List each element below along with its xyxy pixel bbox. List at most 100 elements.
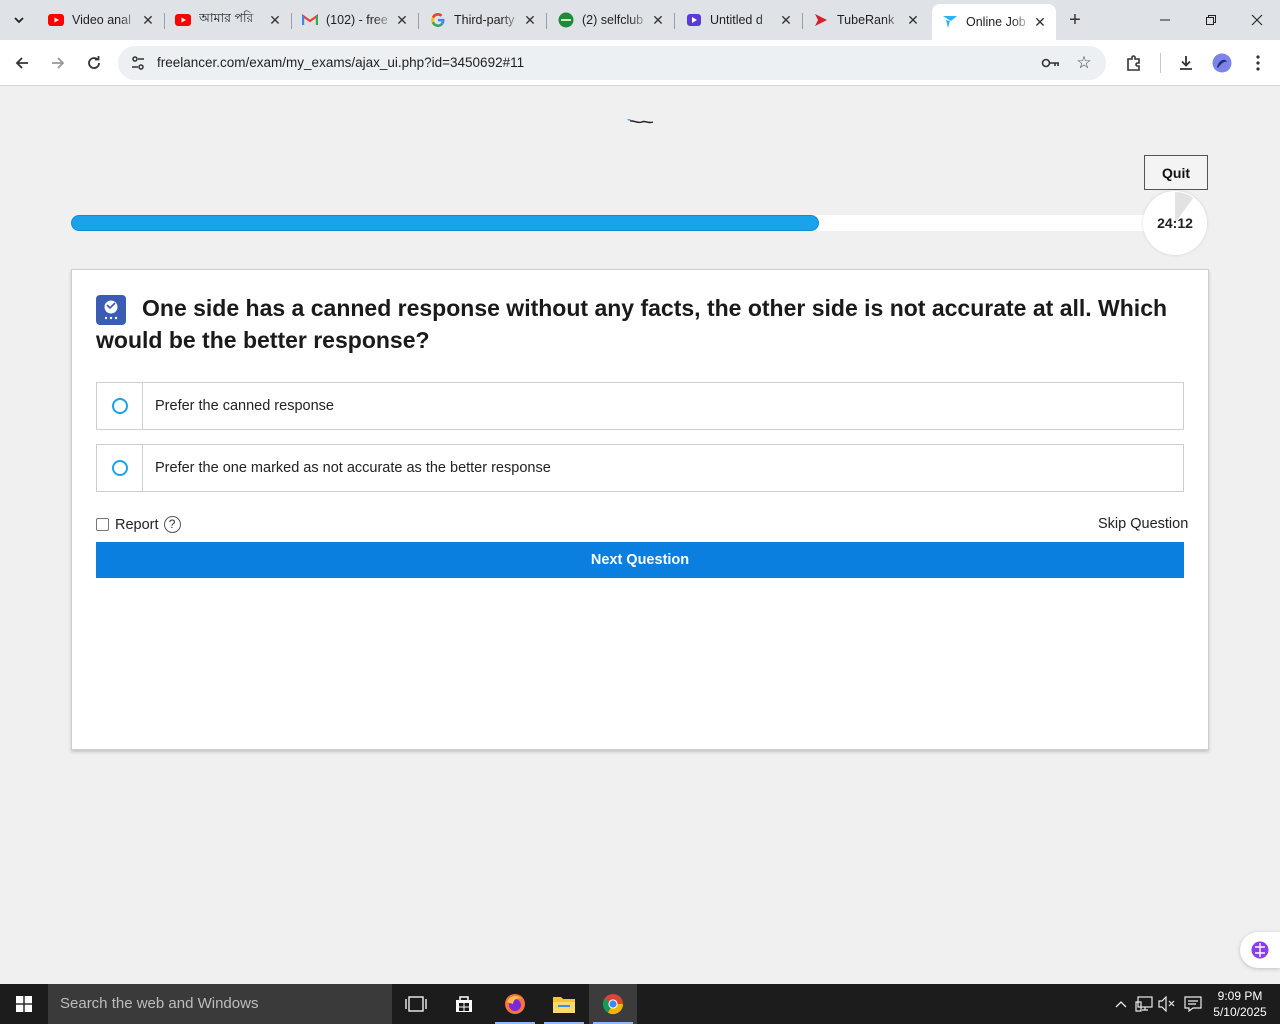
youtube-icon xyxy=(175,12,191,28)
tab-title: (102) - free xyxy=(326,13,388,27)
answer-option-2[interactable]: Prefer the one marked as not accurate as… xyxy=(96,444,1184,492)
exam-progress-fill xyxy=(71,215,819,231)
tab-title: Untitled d xyxy=(710,13,763,27)
arrow-left-icon xyxy=(15,57,28,69)
tab-title: Online Job xyxy=(966,15,1026,29)
url-text[interactable]: freelancer.com/exam/my_exams/ajax_ui.php… xyxy=(157,55,524,70)
skip-question-link[interactable]: Skip Question xyxy=(1098,516,1188,532)
tab-video-analysis[interactable]: Video anal ✕ xyxy=(38,6,165,34)
close-tab-icon[interactable]: ✕ xyxy=(650,12,666,28)
close-tab-icon[interactable]: ✕ xyxy=(140,12,156,28)
answer-option-label[interactable]: Prefer the canned response xyxy=(155,398,334,414)
browser-toolbar: freelancer.com/exam/my_exams/ajax_ui.php… xyxy=(0,40,1280,86)
tab-selfclub[interactable]: (2) selfclub ✕ xyxy=(548,6,675,34)
volume-button[interactable] xyxy=(1157,994,1177,1014)
avatar xyxy=(1212,53,1232,73)
volume-muted-icon xyxy=(1158,996,1175,1012)
answer-radio-cell[interactable] xyxy=(97,445,143,491)
answer-radio[interactable] xyxy=(111,398,128,414)
report-toggle[interactable]: Report ? xyxy=(96,516,181,533)
kebab-menu-icon xyxy=(1256,55,1260,71)
show-hidden-icons-button[interactable] xyxy=(1112,994,1130,1014)
restore-icon xyxy=(1206,15,1216,25)
close-tab-icon[interactable]: ✕ xyxy=(905,12,921,28)
arrow-right-icon xyxy=(52,57,65,69)
network-icon xyxy=(1135,996,1153,1012)
tab-bangla-video[interactable]: আমার পরি ✕ xyxy=(165,6,292,34)
timer-text: 24:12 xyxy=(1157,215,1193,231)
next-question-button[interactable]: Next Question xyxy=(96,542,1184,578)
close-tab-icon[interactable]: ✕ xyxy=(522,12,538,28)
firefox-icon xyxy=(505,994,525,1014)
action-center-button[interactable] xyxy=(1182,994,1204,1014)
close-tab-icon[interactable]: ✕ xyxy=(394,12,410,28)
gmail-icon xyxy=(302,12,318,28)
back-button[interactable] xyxy=(8,49,36,77)
browser-menu-button[interactable] xyxy=(1245,50,1271,76)
close-window-button[interactable] xyxy=(1234,0,1280,40)
site-info-icon[interactable] xyxy=(126,51,150,75)
tab-title: (2) selfclub xyxy=(582,13,644,27)
file-explorer-app-button[interactable] xyxy=(540,984,588,1024)
tab-title: Third-party xyxy=(454,13,515,27)
store-app-button[interactable] xyxy=(440,984,488,1024)
tab-third-party[interactable]: Third-party ✕ xyxy=(420,6,547,34)
reload-button[interactable] xyxy=(80,49,108,77)
report-checkbox[interactable] xyxy=(96,518,109,531)
minimize-button[interactable] xyxy=(1142,0,1188,40)
tab-online-job[interactable]: Online Job ✕ xyxy=(932,4,1056,40)
tab-tuberank[interactable]: TubeRank ✕ xyxy=(803,6,929,34)
address-bar[interactable]: freelancer.com/exam/my_exams/ajax_ui.php… xyxy=(118,46,1106,80)
clock-date: 5/10/2025 xyxy=(1213,1005,1267,1019)
exam-timer: 24:12 xyxy=(1143,191,1207,255)
minimize-icon xyxy=(1160,19,1170,21)
network-button[interactable] xyxy=(1134,994,1154,1014)
report-label[interactable]: Report xyxy=(115,517,159,533)
taskbar-clock[interactable]: 9:09 PM 5/10/2025 xyxy=(1208,988,1272,1020)
help-icon[interactable]: ? xyxy=(163,516,181,533)
answer-radio[interactable] xyxy=(111,460,128,476)
tuberank-icon xyxy=(813,12,829,28)
answer-option-1[interactable]: Prefer the canned response xyxy=(96,382,1184,430)
tab-untitled[interactable]: Untitled d ✕ xyxy=(676,6,803,34)
taskbar-search-box[interactable]: Search the web and Windows xyxy=(48,984,392,1024)
restore-button[interactable] xyxy=(1188,0,1234,40)
brain-icon xyxy=(1251,941,1269,959)
start-button[interactable] xyxy=(0,984,48,1024)
answer-radio-cell[interactable] xyxy=(97,383,143,429)
task-view-icon xyxy=(405,996,427,1012)
password-key-icon[interactable] xyxy=(1040,52,1062,74)
windows-logo-icon xyxy=(16,996,32,1012)
close-icon xyxy=(1251,14,1263,26)
firefox-app-button[interactable] xyxy=(491,984,539,1024)
close-tab-icon[interactable]: ✕ xyxy=(267,12,283,28)
close-tab-icon[interactable]: ✕ xyxy=(778,12,794,28)
store-icon xyxy=(456,996,472,1012)
notification-icon xyxy=(1184,996,1202,1012)
tab-title: Video anal xyxy=(72,13,131,27)
google-icon xyxy=(430,12,446,28)
freelancer-icon xyxy=(942,14,958,30)
folder-icon xyxy=(553,997,575,1013)
bookmark-star-icon[interactable]: ☆ xyxy=(1072,51,1096,75)
selfclub-icon xyxy=(558,12,574,28)
tab-title: আমার পরি xyxy=(199,11,254,25)
youtube-icon xyxy=(48,12,64,28)
new-tab-button[interactable]: + xyxy=(1063,8,1087,32)
ai-assistant-widget[interactable] xyxy=(1240,932,1280,968)
clock-time: 9:09 PM xyxy=(1217,989,1263,1003)
extensions-button[interactable] xyxy=(1121,50,1147,76)
tab-search-button[interactable] xyxy=(6,7,32,33)
profile-button[interactable] xyxy=(1209,50,1235,76)
chevron-up-icon xyxy=(1115,1001,1127,1008)
chrome-app-button[interactable] xyxy=(589,984,637,1024)
answer-option-label[interactable]: Prefer the one marked as not accurate as… xyxy=(155,460,551,476)
task-view-button[interactable] xyxy=(392,984,440,1024)
downloads-button[interactable] xyxy=(1173,50,1199,76)
forward-button[interactable] xyxy=(44,49,72,77)
close-tab-icon[interactable]: ✕ xyxy=(1032,14,1048,30)
question-card: One side has a canned response without a… xyxy=(71,269,1209,750)
tab-gmail[interactable]: (102) - free ✕ xyxy=(292,6,419,34)
quit-button[interactable]: Quit xyxy=(1144,155,1208,190)
freelancer-logo xyxy=(627,119,654,124)
